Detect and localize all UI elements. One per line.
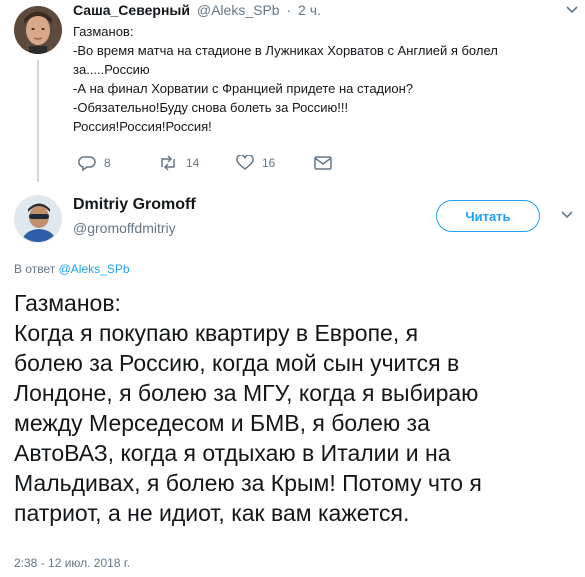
main-more-chevron-down-icon[interactable]	[560, 209, 574, 221]
main-text-line: патриот, а не идиот, как вам кажется.	[14, 500, 410, 526]
parent-tweet-text: Газманов: -Во время матча на стадионе в …	[73, 22, 543, 136]
reply-context: В ответ @Aleks_SPb	[14, 262, 130, 276]
reply-to-handle-link[interactable]: @Aleks_SPb	[59, 262, 130, 276]
reply-prefix: В ответ	[14, 262, 56, 276]
reply-icon	[78, 156, 96, 171]
envelope-icon	[314, 156, 332, 170]
reply-button[interactable]: 8	[78, 152, 111, 174]
like-count: 16	[262, 156, 276, 170]
parent-time[interactable]: 2 ч.	[298, 2, 321, 18]
parent-more-chevron-down-icon[interactable]	[565, 4, 579, 16]
follow-button[interactable]: Читать	[436, 200, 540, 232]
main-text-line: Мальдивах, я болею за Крым! Потому что я	[14, 470, 482, 496]
tweet-timestamp[interactable]: 2:38 - 12 июл. 2018 г.	[14, 556, 130, 570]
main-text-line: Лондоне, я болею за МГУ, когда я выбираю	[14, 380, 479, 406]
parent-author-name[interactable]: Саша_Северный	[73, 2, 190, 18]
retweet-button[interactable]: 14	[158, 152, 199, 174]
parent-text-line: за.....Россию	[73, 62, 150, 77]
main-author-name[interactable]: Dmitriy Gromoff	[73, 196, 196, 214]
like-button[interactable]: 16	[236, 152, 275, 174]
main-tweet-text: Газманов: Когда я покупаю квартиру в Евр…	[14, 288, 579, 528]
parent-tweet[interactable]: Саша_Северный @Aleks_SPb · 2 ч. Газманов…	[0, 0, 585, 182]
main-text-line: Когда я покупаю квартиру в Европе, я	[14, 320, 419, 346]
main-avatar-photo	[15, 196, 61, 242]
main-text-line: между Мерседесом и БМВ, я болею за	[14, 410, 430, 436]
parent-text-line: -Во время матча на стадионе в Лужниках Х…	[73, 43, 498, 58]
direct-message-button[interactable]	[314, 152, 332, 174]
retweet-icon	[161, 155, 175, 171]
main-text-line: АвтоВАЗ, когда я отдыхаю в Италии и на	[14, 440, 451, 466]
heart-icon	[236, 155, 254, 170]
main-text-line: болею за Россию, когда мой сын учится в	[14, 350, 460, 376]
reply-count: 8	[104, 156, 111, 170]
retweet-count: 14	[186, 156, 200, 170]
parent-author-handle[interactable]: @Aleks_SPb	[197, 2, 280, 18]
parent-text-line: -Обязательно!Буду снова болеть за Россию…	[73, 100, 349, 115]
separator-dot: ·	[286, 2, 292, 18]
parent-text-line: -А на финал Хорватии с Францией придете …	[73, 81, 414, 96]
parent-avatar-photo	[14, 6, 62, 54]
main-text-line: Газманов:	[14, 290, 121, 316]
parent-text-line: Газманов:	[73, 24, 134, 39]
parent-header: Саша_Северный @Aleks_SPb · 2 ч.	[73, 2, 321, 18]
main-avatar[interactable]	[14, 195, 62, 243]
thread-connector-line	[37, 60, 39, 182]
parent-text-line: Россия!Россия!Россия!	[73, 119, 212, 134]
main-author-handle[interactable]: @gromoffdmitriy	[73, 220, 176, 236]
parent-avatar[interactable]	[14, 6, 62, 54]
